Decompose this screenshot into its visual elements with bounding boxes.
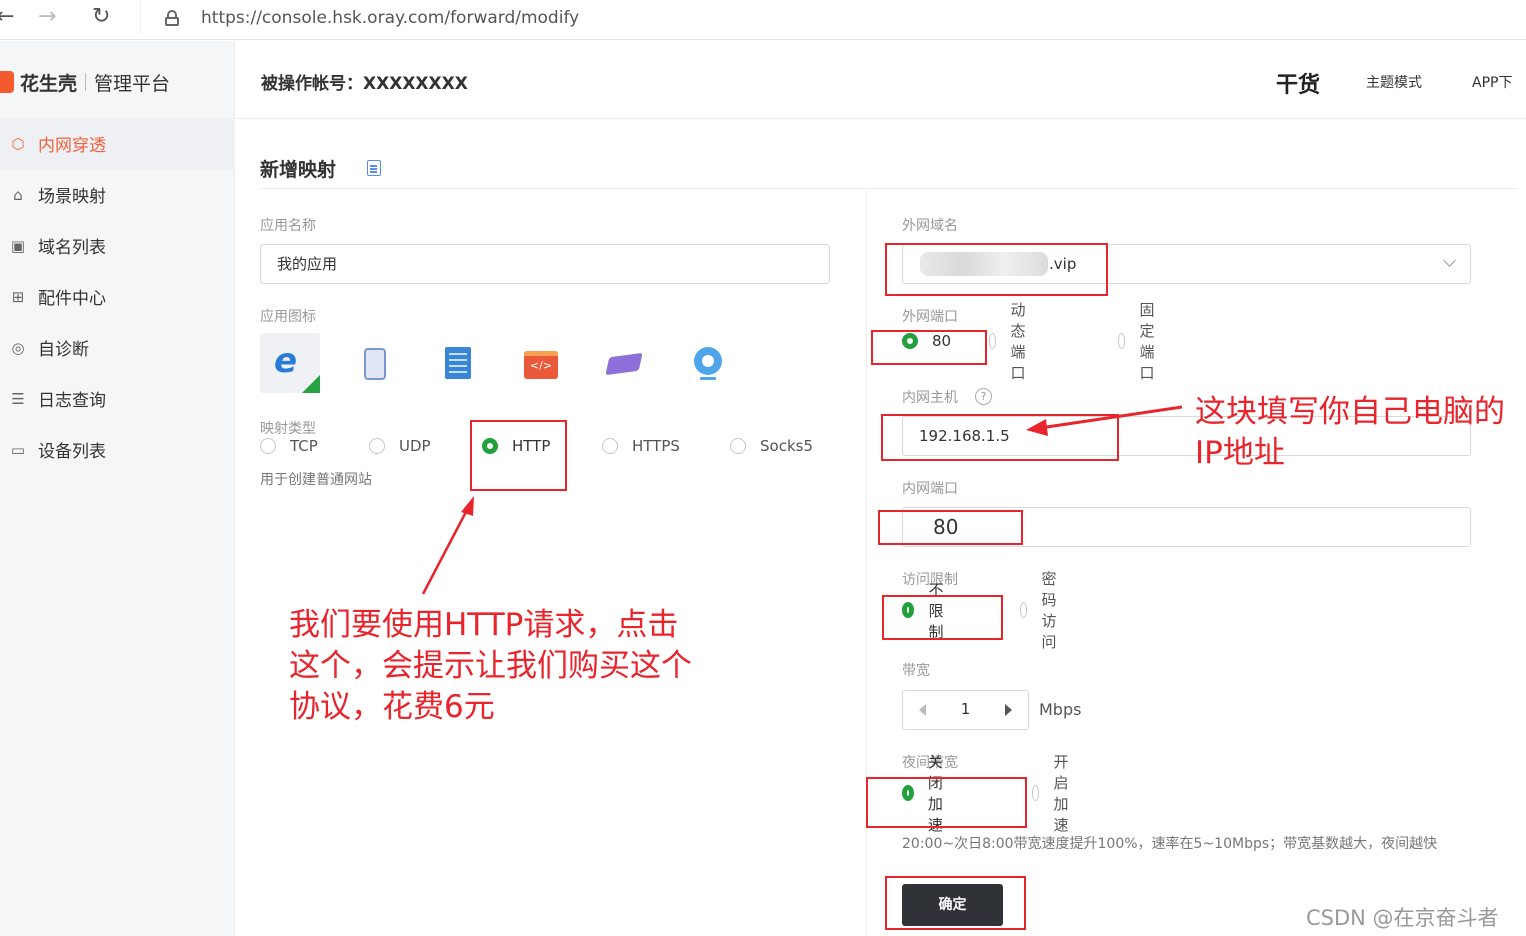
camera-icon[interactable] [694,347,722,380]
sidebar-item-diagnose[interactable]: ◎ 自诊断 [0,322,235,373]
highlight-confirm [885,876,1026,930]
highlight-http [470,420,567,491]
title-divider [260,188,1518,189]
highlight-int-port [878,510,1023,545]
bandwidth-unit: Mbps [1039,700,1082,719]
grid-icon: ⊞ [11,287,25,306]
radio-https[interactable]: HTTPS [602,437,680,455]
mapping-type-label: 映射类型 [260,421,316,437]
account-label: 被操作帐号：XXXXXXXX [261,74,468,94]
annotation-http: 我们要使用HTTP请求，点击 这个，会提示让我们购买这个 协议，花费6元 [289,607,692,725]
host-label: 内网主机 [902,390,958,406]
domain-icon: ▣ [10,236,26,255]
back-icon[interactable]: ← [0,6,14,28]
sidebar-item-scene[interactable]: ⌂ 场景映射 [0,169,235,220]
night-hint: 20:00~次日8:00带宽速度提升100%，速率在5~10Mbps；带宽基数越… [902,836,1438,852]
bandwidth-stepper[interactable]: 1 [902,690,1029,730]
home-icon: ⌂ [13,185,23,204]
radio-socks5[interactable]: Socks5 [730,437,813,455]
log-icon: ☰ [11,389,25,408]
theme-mode-link[interactable]: 主题模式 [1366,72,1422,92]
highlight-domain [885,243,1108,296]
annotation-ip: 这块填写你自己电脑的 IP地址 [1195,394,1505,471]
watermark: CSDN @在京奋斗者 [1306,906,1499,930]
mapping-type-hint: 用于创建普通网站 [260,472,372,488]
brand-name: 花生壳 [20,72,78,95]
ext-port-label: 外网端口 [902,309,958,325]
url-text: https://console.hsk.oray.com/forward/mod… [201,8,580,28]
radio-udp[interactable]: UDP [369,437,431,455]
sidebar-item-label: 设备列表 [38,442,106,462]
radio-fixed-port[interactable]: 固定端口 [1118,299,1163,383]
page-title: 新增映射 [260,159,337,181]
ie-browser-icon[interactable]: e [260,333,320,393]
header-brand: 干货 [1276,73,1321,98]
refresh-icon[interactable]: ↻ [92,6,110,28]
sidebar-item-label: 自诊断 [38,340,89,360]
document-icon[interactable] [367,160,381,176]
check-icon [302,375,320,393]
sidebar-item-label: 配件中心 [38,289,106,309]
bandwidth-label: 带宽 [902,663,930,679]
phone-icon[interactable] [364,348,386,380]
peanut-logo-icon [0,71,14,93]
sidebar-item-label: 内网穿透 [38,136,106,156]
sidebar-item-label: 域名列表 [38,238,106,258]
app-download-link[interactable]: APP下 [1472,72,1512,92]
highlight-night [866,777,1027,828]
diagnose-icon: ◎ [11,338,25,357]
help-icon[interactable]: ? [975,388,992,405]
forward-icon[interactable]: → [38,6,56,28]
sidebar: 花生壳 管理平台 ⬡ 内网穿透 ⌂ 场景映射 ▣ 域名列表 ⊞ 配件中心 ◎ 自… [0,41,235,936]
lock-icon [165,10,179,26]
sidebar-menu: ⬡ 内网穿透 ⌂ 场景映射 ▣ 域名列表 ⊞ 配件中心 ◎ 自诊断 ☰ 日志查询… [0,118,235,475]
sidebar-item-intranet[interactable]: ⬡ 内网穿透 [0,118,235,169]
server-icon[interactable] [445,347,471,379]
sidebar-item-label: 日志查询 [38,391,106,411]
radio-dynamic-port[interactable]: 动态端口 [989,299,1034,383]
sidebar-item-accessories[interactable]: ⊞ 配件中心 [0,271,235,322]
app-name-input[interactable]: 我的应用 [260,244,830,284]
highlight-ext-port [871,330,987,365]
app-name-label: 应用名称 [260,218,316,234]
monitor-icon: ▭ [10,440,26,459]
sidebar-item-domains[interactable]: ▣ 域名列表 [0,220,235,271]
top-header: 被操作帐号：XXXXXXXX 干货 主题模式 APP下 [236,41,1526,119]
address-bar[interactable]: https://console.hsk.oray.com/forward/mod… [140,2,1526,34]
router-icon[interactable] [605,352,643,376]
cube-icon: ⬡ [11,134,25,153]
sidebar-item-devices[interactable]: ▭ 设备列表 [0,424,235,475]
domain-label: 外网域名 [902,218,958,234]
highlight-host [881,414,1119,461]
radio-tcp[interactable]: TCP [260,437,318,455]
brand[interactable]: 花生壳 管理平台 [0,69,170,95]
increment-icon[interactable] [1005,704,1012,716]
browser-toolbar: ← → ↻ https://console.hsk.oray.com/forwa… [0,0,1526,40]
radio-accel-on[interactable]: 开启加速 [1032,751,1077,835]
code-window-icon[interactable]: </> [524,351,558,379]
highlight-access [882,595,1003,640]
brand-divider [85,73,87,91]
brand-subtitle: 管理平台 [94,72,171,95]
sidebar-item-logs[interactable]: ☰ 日志查询 [0,373,235,424]
app-icon-label: 应用图标 [260,309,316,325]
sidebar-item-label: 场景映射 [38,187,106,207]
radio-password[interactable]: 密码访问 [1020,568,1065,652]
int-port-label: 内网端口 [902,481,958,497]
